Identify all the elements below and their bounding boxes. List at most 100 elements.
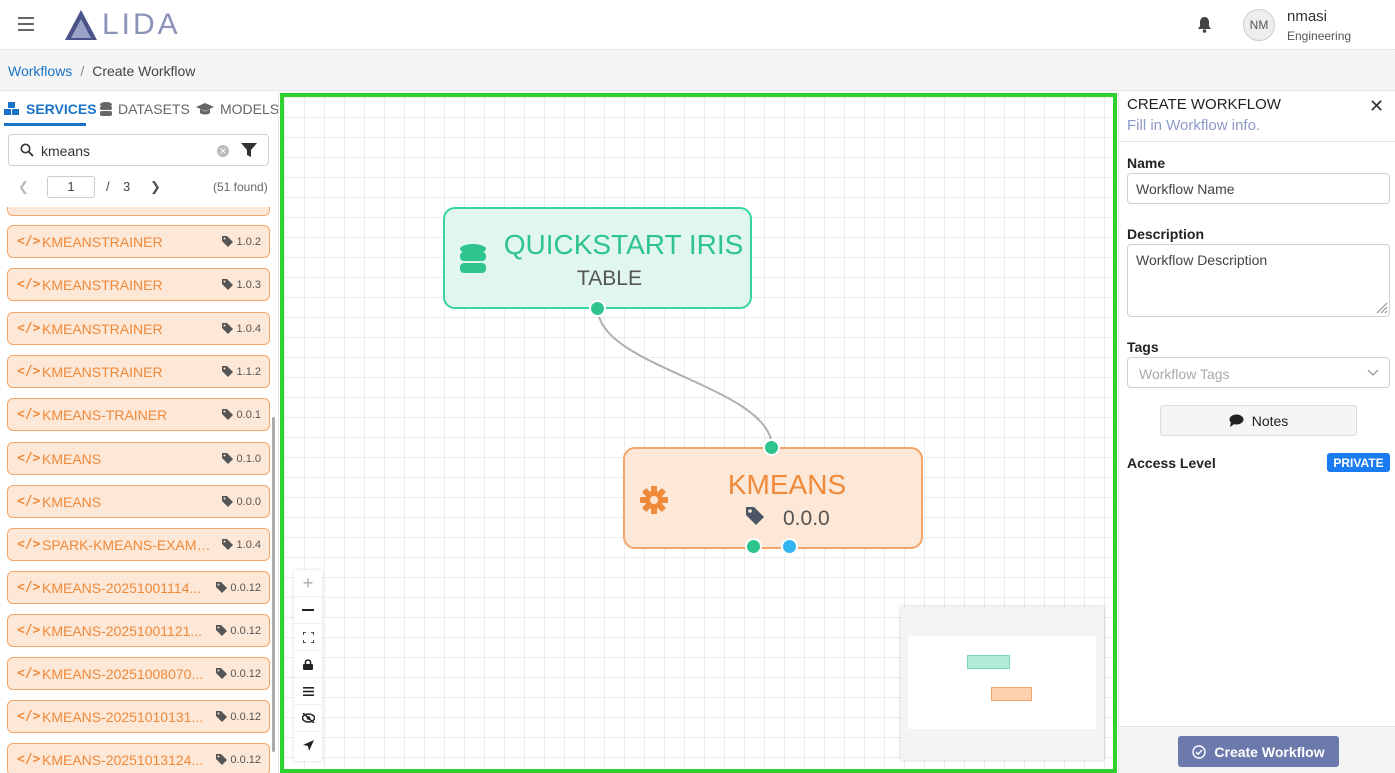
workflow-description-field[interactable]: Workflow Description (1127, 244, 1390, 317)
notes-label: Notes (1251, 412, 1289, 429)
avatar[interactable]: NM (1243, 9, 1275, 41)
service-node[interactable]: KMEANS 0.0.0 (623, 447, 923, 549)
cubes-icon (4, 102, 19, 115)
list-item[interactable]: </> KMEANS 0.0.0 (7, 485, 270, 518)
list-item[interactable]: </> KMEANSTRAINER 1.0.3 (7, 268, 270, 301)
hamburger-menu-icon[interactable] (18, 17, 34, 31)
close-icon[interactable]: ✕ (1369, 96, 1384, 117)
prev-page-icon[interactable]: ❮ (18, 179, 29, 195)
list-item[interactable]: </> KMEANSTRAINER 1.0.4 (7, 312, 270, 345)
right-panel: CREATE WORKFLOW Fill in Workflow info. ✕… (1118, 92, 1395, 773)
service-version: 0.0.1 (236, 409, 261, 421)
check-circle-icon (1192, 744, 1207, 759)
tag-icon (216, 668, 227, 679)
service-name: KMEANSTRAINER (42, 277, 163, 293)
minimap[interactable] (901, 607, 1104, 760)
service-output-port-alt[interactable] (781, 538, 798, 555)
service-node-version: 0.0.0 (783, 507, 830, 530)
service-name: KMEANS (42, 451, 102, 467)
results-count: (51 found) (213, 180, 268, 194)
workflow-tags-select[interactable]: Workflow Tags (1127, 357, 1390, 388)
service-input-port[interactable] (763, 439, 780, 456)
breadcrumb-bar: Workflows / Create Workflow (0, 51, 1395, 91)
list-item[interactable]: </> KMEANS-20251001121... 0.0.12 (7, 614, 270, 647)
code-icon: </> (17, 752, 41, 767)
list-item[interactable]: </> KMEANS-TRAINER 0.0.1 (7, 398, 270, 431)
code-icon: </> (17, 537, 41, 552)
hide-eye-icon[interactable] (294, 705, 322, 732)
code-icon: </> (17, 407, 41, 422)
minimap-dataset-node (967, 655, 1010, 669)
description-label: Description (1127, 226, 1205, 242)
list-item[interactable]: </> KMEANSTRAINER 1.0.2 (7, 225, 270, 258)
tab-services-label: SERVICES (26, 101, 97, 117)
code-icon: </> (17, 451, 41, 466)
service-version: 1.0.2 (236, 236, 261, 248)
tag-icon (216, 582, 227, 593)
list-item[interactable]: </> KMEANS 0.1.0 (7, 442, 270, 475)
tab-models[interactable]: MODELS (196, 101, 278, 117)
dataset-output-port[interactable] (589, 300, 606, 317)
panel-title: CREATE WORKFLOW (1127, 96, 1281, 113)
menu-icon[interactable] (294, 678, 322, 705)
dataset-node[interactable]: QUICKSTART IRIS TABLE (443, 207, 752, 309)
tab-bar: SERVICES DATASETS MODELS (0, 92, 278, 126)
pagination: ❮ 1 / 3 ❯ (51 found) (0, 174, 278, 200)
list-item[interactable]: </> SPARK-KMEANS-EXAMP... 1.0.4 (7, 528, 270, 561)
search-box: ✕ (8, 134, 269, 166)
breadcrumb-current: Create Workflow (92, 63, 196, 79)
service-name: KMEANS-20251001114... (42, 580, 202, 596)
zoom-out-icon[interactable] (294, 597, 322, 624)
resize-handle-icon[interactable] (1376, 302, 1388, 314)
service-name: KMEANS-20251013124... (42, 752, 204, 768)
list-item[interactable]: </> KMEANS-20251010131... 0.0.12 (7, 700, 270, 733)
lock-icon[interactable] (294, 651, 322, 678)
fit-view-icon[interactable] (294, 624, 322, 651)
filter-icon[interactable] (241, 143, 257, 158)
search-input[interactable] (41, 141, 211, 161)
workflow-name-field[interactable]: Workflow Name (1127, 173, 1390, 204)
list-scrollbar[interactable] (272, 417, 275, 752)
tag-icon (216, 625, 227, 636)
create-workflow-button[interactable]: Create Workflow (1178, 736, 1339, 767)
dataset-node-subtitle: TABLE (577, 267, 642, 290)
tab-datasets[interactable]: DATASETS (100, 101, 190, 117)
code-icon: </> (17, 277, 41, 292)
service-version: 1.1.2 (236, 366, 261, 378)
locate-arrow-icon[interactable] (294, 732, 322, 759)
next-page-icon[interactable]: ❯ (150, 179, 161, 195)
list-item[interactable]: </> KMEANS-20251013124... 0.0.12 (7, 743, 270, 773)
page-total: 3 (123, 179, 131, 194)
access-level-label: Access Level (1127, 455, 1216, 471)
minimap-service-node (991, 687, 1032, 701)
service-output-port[interactable] (745, 538, 762, 555)
app-logo[interactable]: LIDA (64, 8, 181, 42)
notification-bell-icon[interactable] (1197, 16, 1212, 33)
page-number-input[interactable]: 1 (47, 176, 95, 198)
list-item[interactable]: </> KMEANSTRAINER 1.1.2 (7, 355, 270, 388)
database-icon (100, 102, 112, 116)
breadcrumb-separator: / (80, 63, 85, 79)
top-bar: LIDA NM nmasi Engineering (0, 0, 1395, 50)
chevron-down-icon (1367, 369, 1379, 376)
service-version: 1.0.4 (236, 323, 261, 335)
access-level-badge[interactable]: PRIVATE (1327, 453, 1390, 472)
tab-services[interactable]: SERVICES (4, 101, 97, 117)
tag-icon (222, 236, 233, 247)
service-version: 0.0.12 (230, 711, 261, 723)
tab-datasets-label: DATASETS (118, 101, 190, 117)
panel-footer: Create Workflow (1119, 726, 1395, 773)
clear-search-icon[interactable]: ✕ (217, 145, 229, 157)
list-item[interactable] (7, 207, 270, 216)
notes-button[interactable]: Notes (1160, 405, 1357, 436)
service-name: KMEANSTRAINER (42, 234, 163, 250)
minimap-viewport (908, 636, 1096, 729)
list-item[interactable]: </> KMEANS-20251008070... 0.0.12 (7, 657, 270, 690)
workflow-canvas[interactable]: QUICKSTART IRIS TABLE KMEANS 0.0.0 + (280, 93, 1117, 773)
zoom-in-icon[interactable]: + (294, 570, 322, 597)
list-item[interactable]: </> KMEANS-20251001114... 0.0.12 (7, 571, 270, 604)
service-name: KMEANS-20251008070... (42, 666, 204, 682)
service-version: 0.0.12 (230, 754, 261, 766)
tags-label: Tags (1127, 339, 1159, 355)
breadcrumb-workflows-link[interactable]: Workflows (8, 63, 72, 79)
